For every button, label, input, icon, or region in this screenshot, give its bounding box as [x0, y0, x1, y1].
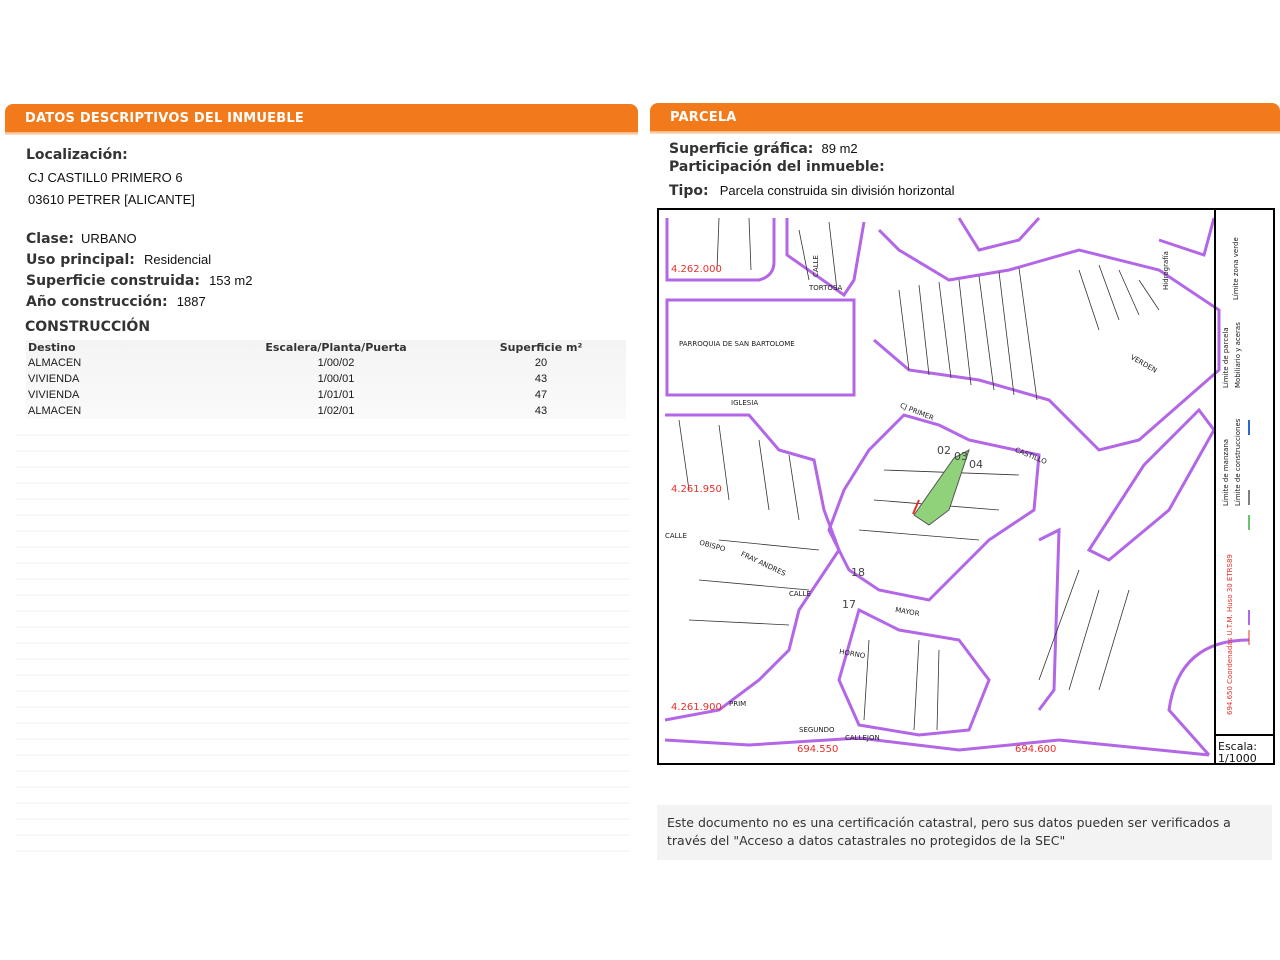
clase-label: Clase:	[26, 231, 74, 247]
descriptive-data-header: DATOS DESCRIPTIVOS DEL INMUEBLE	[5, 104, 638, 135]
street-label: SEGUNDO	[799, 726, 835, 734]
table-header-row: Destino Escalera/Planta/Puerta Superfici…	[26, 340, 626, 355]
street-label: TORTOSA	[809, 284, 843, 292]
legend-construcciones-label: Límite de construcciones	[1234, 418, 1242, 506]
uso-label: Uso principal:	[26, 252, 135, 268]
table-row: ALMACEN 1/02/01 43	[26, 403, 626, 419]
legend-verde-label: Límite zona verde	[1232, 237, 1240, 300]
parcel-number: 17	[842, 598, 856, 611]
street-label: CALLE	[665, 532, 687, 540]
table-background	[15, 420, 630, 860]
cell-destino: ALMACEN	[28, 405, 82, 417]
coord-label: 694.600	[1015, 744, 1057, 755]
disclaimer-text: Este documento no es una certificación c…	[667, 815, 1231, 848]
anio-label: Año construcción:	[26, 294, 168, 310]
cell-destino: VIVIENDA	[28, 389, 80, 401]
superficie-label: Superficie construida:	[26, 273, 200, 289]
coord-label: 4.262.000	[671, 264, 722, 275]
anio-value: 1887	[176, 294, 206, 309]
projection-label: 694.650 Coordenadas U.T.M. Huso 30 ETRS8…	[1226, 554, 1234, 715]
cell-escalera: 1/01/01	[317, 389, 355, 401]
superficie-value: 153 m2	[209, 273, 253, 288]
coord-label: 4.261.900	[671, 702, 722, 713]
coord-label: 694.550	[797, 744, 839, 755]
cell-escalera: 1/00/02	[317, 357, 355, 369]
superficie-grafica-label: Superficie gráfica:	[669, 141, 814, 157]
table-row: VIVIENDA 1/00/01 43	[26, 371, 626, 387]
construction-table: Destino Escalera/Planta/Puerta Superfici…	[26, 340, 626, 419]
table-row: VIVIENDA 1/01/01 47	[26, 387, 626, 403]
cell-superficie: 47	[534, 389, 548, 401]
street-label: PRIM	[729, 700, 747, 708]
coord-label: 4.261.950	[671, 484, 722, 495]
legend-manzana-label: Límite de manzana	[1222, 438, 1230, 506]
table-row: ALMACEN 1/00/02 20	[26, 355, 626, 371]
col-escalera: Escalera/Planta/Puerta	[265, 341, 407, 354]
cell-superficie: 43	[534, 373, 548, 385]
descriptive-data-title: DATOS DESCRIPTIVOS DEL INMUEBLE	[25, 111, 304, 126]
descriptive-data-panel: Localización: CJ CASTILL0 PRIMERO 6 0361…	[10, 135, 630, 860]
uso-value: Residencial	[143, 252, 212, 267]
clase-value: URBANO	[81, 231, 137, 246]
tipo-label: Tipo:	[669, 183, 709, 199]
map-drawing	[664, 210, 1273, 763]
cadastral-map: 4.262.000 4.261.950 4.261.900 694.550 69…	[657, 208, 1275, 765]
col-destino: Destino	[28, 341, 76, 354]
superficie-grafica-value: 89 m2	[821, 141, 858, 156]
cell-escalera: 1/00/01	[317, 373, 355, 385]
street-label: CALLE	[789, 590, 811, 598]
tipo-value: Parcela construida sin división horizont…	[719, 183, 955, 198]
parcel-lines	[678, 217, 1160, 731]
address-line-1: CJ CASTILL0 PRIMERO 6	[28, 170, 183, 185]
cell-superficie: 43	[534, 405, 548, 417]
address-line-2: 03610 PETRER [ALICANTE]	[28, 192, 195, 207]
scale-value: 1/1000	[1218, 752, 1257, 765]
cell-destino: ALMACEN	[28, 357, 82, 369]
parcela-header: PARCELA	[650, 103, 1280, 134]
cell-escalera: 1/02/01	[317, 405, 355, 417]
parcela-title: PARCELA	[670, 110, 737, 125]
cell-destino: VIVIENDA	[28, 373, 80, 385]
legend-hidro-label: Hidrografía	[1162, 251, 1170, 290]
cell-superficie: 20	[534, 357, 548, 369]
construccion-title: CONSTRUCCIÓN	[25, 319, 151, 335]
legend-parcela-label: Límite de parcela	[1222, 327, 1230, 388]
parcel-number: 02	[937, 444, 951, 457]
parcel-number: 04	[969, 458, 983, 471]
street-label: CALLEJON	[845, 734, 880, 742]
participacion-label: Participación del inmueble:	[669, 159, 885, 175]
col-superficie: Superficie m²	[499, 341, 583, 354]
street-label: CALLE	[811, 255, 820, 277]
localizacion-label: Localización:	[26, 147, 128, 163]
parcel-number: 03	[954, 450, 968, 463]
street-label: PARROQUIA DE SAN BARTOLOME	[679, 340, 795, 348]
legend-mobiliario-label: Mobiliario y aceras	[1234, 322, 1242, 388]
street-label: IGLESIA	[731, 399, 759, 407]
parcel-number: 18	[851, 566, 865, 579]
disclaimer-box: Este documento no es una certificación c…	[657, 805, 1272, 860]
